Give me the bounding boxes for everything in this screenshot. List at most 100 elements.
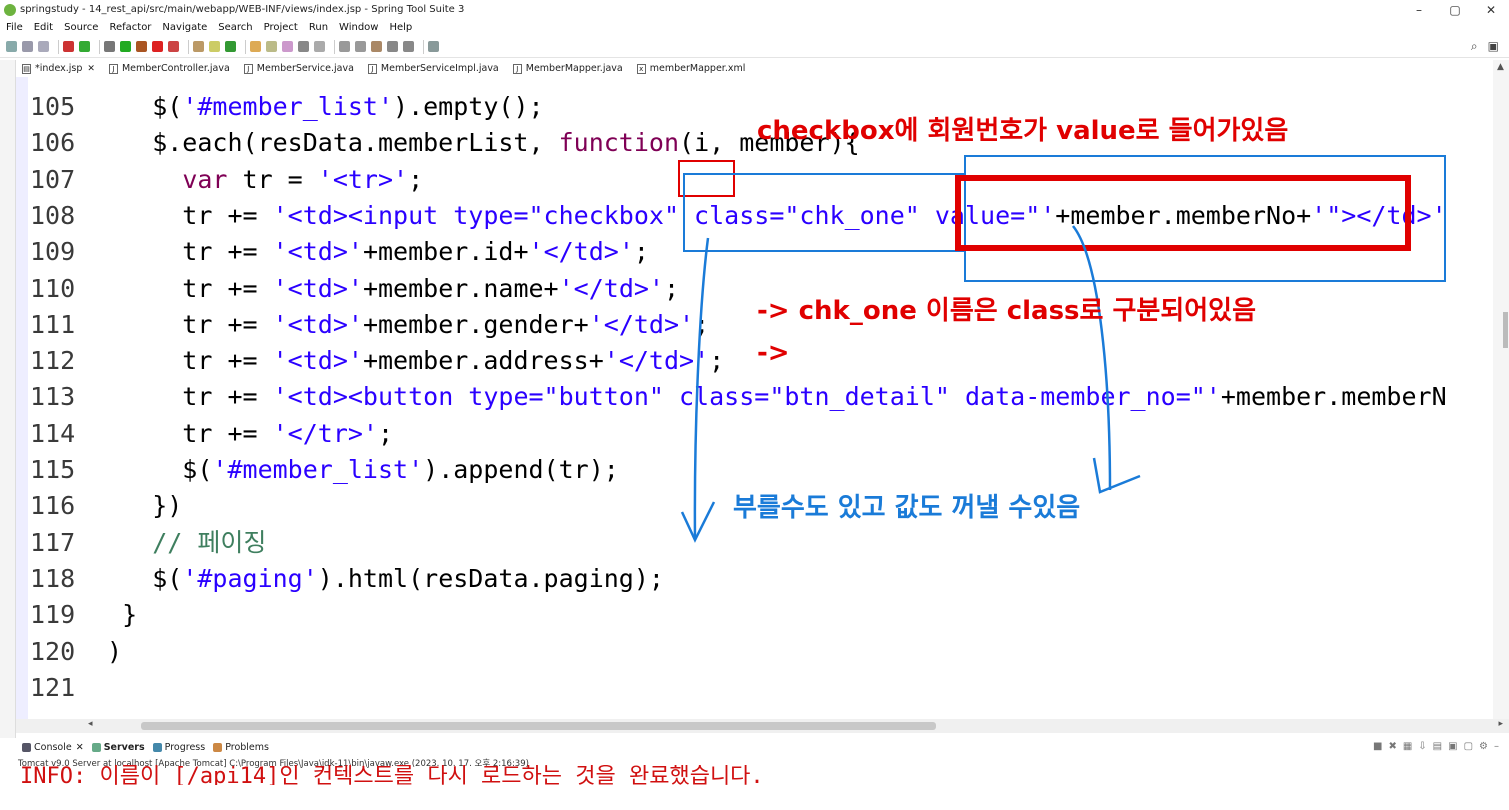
refresh-icon[interactable] bbox=[79, 41, 90, 52]
code-line[interactable]: 109 tr += '<td>'+member.id+'</td>'; bbox=[30, 234, 649, 270]
code-line[interactable]: 121 bbox=[30, 670, 92, 706]
perspective-icon[interactable]: ▣ bbox=[1488, 39, 1499, 54]
stop-icon[interactable] bbox=[63, 41, 74, 52]
prev-annotation-icon[interactable] bbox=[355, 41, 366, 52]
clear-console-icon[interactable]: ▦ bbox=[1403, 741, 1412, 752]
close-icon[interactable]: ✕ bbox=[76, 742, 84, 753]
code-line[interactable]: 106 $.each(resData.memberList, function(… bbox=[30, 125, 860, 161]
menu-run[interactable]: Run bbox=[309, 22, 328, 33]
code-token: }) bbox=[92, 491, 183, 521]
external-tools-icon[interactable] bbox=[136, 41, 147, 52]
menu-navigate[interactable]: Navigate bbox=[162, 22, 207, 33]
search-icon[interactable]: ⌕ bbox=[1471, 39, 1478, 54]
code-line[interactable]: 115 $('#member_list').append(tr); bbox=[30, 452, 619, 488]
line-number: 120 bbox=[30, 636, 76, 666]
server-icon[interactable] bbox=[168, 41, 179, 52]
open-folder-icon[interactable] bbox=[250, 41, 261, 52]
code-line[interactable]: 112 tr += '<td>'+member.address+'</td>'; bbox=[30, 343, 724, 379]
menu-file[interactable]: File bbox=[6, 22, 23, 33]
menu-help[interactable]: Help bbox=[389, 22, 412, 33]
tab-problems[interactable]: Problems bbox=[213, 742, 269, 753]
scroll-lock-icon[interactable]: ⇩ bbox=[1418, 741, 1426, 752]
close-icon[interactable]: ✕ bbox=[87, 64, 95, 74]
open-type-icon[interactable] bbox=[193, 41, 204, 52]
tab-member-mapper[interactable]: J MemberMapper.java bbox=[507, 60, 631, 77]
code-editor[interactable]: 105 $('#member_list').empty(); 106 $.each… bbox=[16, 77, 1493, 719]
spring-icon[interactable] bbox=[225, 41, 236, 52]
display-console-icon[interactable]: ▣ bbox=[1448, 741, 1457, 752]
tab-label: MemberService.java bbox=[256, 63, 354, 74]
menu-edit[interactable]: Edit bbox=[34, 22, 53, 33]
close-button[interactable]: ✕ bbox=[1473, 3, 1509, 17]
save-all-icon[interactable] bbox=[38, 41, 49, 52]
new-icon[interactable] bbox=[6, 41, 17, 52]
search-file-icon[interactable] bbox=[266, 41, 277, 52]
code-line[interactable]: 114 tr += '</tr>'; bbox=[30, 416, 393, 452]
forward-icon[interactable] bbox=[403, 41, 414, 52]
code-line[interactable]: 108 tr += '<td><input type="checkbox" cl… bbox=[30, 198, 1447, 234]
minimize-button[interactable]: – bbox=[1401, 3, 1437, 17]
code-line[interactable]: 116 }) bbox=[30, 488, 182, 524]
scrollbar-thumb[interactable] bbox=[1503, 312, 1508, 348]
menu-search[interactable]: Search bbox=[218, 22, 252, 33]
scroll-right-icon[interactable]: ▸ bbox=[1498, 719, 1503, 729]
tab-console[interactable]: Console ✕ bbox=[22, 742, 84, 753]
editor-tabs: ▤ *index.jsp ✕ J MemberController.java J… bbox=[0, 60, 1509, 77]
servers-icon bbox=[91, 742, 101, 752]
tab-member-service-impl[interactable]: J MemberServiceImpl.java bbox=[362, 60, 507, 77]
open-console-icon[interactable]: ▢ bbox=[1464, 741, 1473, 752]
globe-icon[interactable] bbox=[314, 41, 325, 52]
tab-servers[interactable]: Servers bbox=[91, 742, 145, 753]
debug-icon[interactable] bbox=[104, 41, 115, 52]
pin-console-icon[interactable]: ▤ bbox=[1433, 741, 1442, 752]
pin-editor-icon[interactable] bbox=[428, 41, 439, 52]
menu-source[interactable]: Source bbox=[64, 22, 98, 33]
tab-member-controller[interactable]: J MemberController.java bbox=[103, 60, 238, 77]
task-icon[interactable] bbox=[298, 41, 309, 52]
horizontal-scrollbar[interactable]: ◂ ▸ bbox=[16, 719, 1509, 733]
code-token: $.each(resData.memberList, bbox=[92, 128, 559, 158]
code-line[interactable]: 120 ) bbox=[30, 634, 122, 670]
maximize-button[interactable]: ▢ bbox=[1437, 3, 1473, 17]
line-number: 113 bbox=[30, 382, 76, 412]
vertical-scrollbar[interactable]: ▲ bbox=[1493, 60, 1509, 719]
code-token: '<td>' bbox=[272, 237, 363, 267]
back-icon[interactable] bbox=[387, 41, 398, 52]
folder-icon[interactable] bbox=[209, 41, 220, 52]
code-token: ; bbox=[377, 418, 394, 448]
terminate-icon[interactable]: ■ bbox=[1373, 741, 1382, 752]
tab-label: MemberServiceImpl.java bbox=[380, 63, 499, 74]
code-line[interactable]: 107 var tr = '<tr>'; bbox=[30, 162, 423, 198]
remove-launch-icon[interactable]: ✖ bbox=[1388, 741, 1396, 752]
code-line[interactable]: 111 tr += '<td>'+member.gender+'</td>'; bbox=[30, 307, 709, 343]
tab-member-mapper-xml[interactable]: x memberMapper.xml bbox=[631, 60, 754, 77]
tab-index-jsp[interactable]: ▤ *index.jsp ✕ bbox=[16, 60, 103, 77]
scroll-left-icon[interactable]: ◂ bbox=[88, 719, 93, 729]
tab-member-service[interactable]: J MemberService.java bbox=[238, 60, 362, 77]
minimize-view-icon[interactable]: – bbox=[1494, 741, 1499, 752]
menu-window[interactable]: Window bbox=[339, 22, 378, 33]
code-line[interactable]: 105 $('#member_list').empty(); bbox=[30, 89, 544, 125]
scroll-up-icon[interactable]: ▲ bbox=[1497, 62, 1504, 72]
line-number: 112 bbox=[30, 346, 76, 376]
tab-progress[interactable]: Progress bbox=[152, 742, 205, 753]
code-line[interactable]: 117 // 페이징 bbox=[30, 525, 266, 561]
code-line[interactable]: 118 $('#paging').html(resData.paging); bbox=[30, 561, 664, 597]
run-icon[interactable] bbox=[120, 41, 131, 52]
save-icon[interactable] bbox=[22, 41, 33, 52]
view-menu-icon[interactable]: ⚙ bbox=[1479, 741, 1488, 752]
server-stop-icon[interactable] bbox=[152, 41, 163, 52]
line-number: 111 bbox=[30, 309, 76, 339]
line-number: 106 bbox=[30, 128, 76, 158]
line-number: 119 bbox=[30, 600, 76, 630]
menu-project[interactable]: Project bbox=[264, 22, 298, 33]
code-line[interactable]: 119 } bbox=[30, 597, 137, 633]
progress-icon bbox=[152, 742, 162, 752]
scrollbar-thumb[interactable] bbox=[141, 722, 936, 730]
code-line[interactable]: 113 tr += '<td><button type="button" cla… bbox=[30, 379, 1447, 415]
last-edit-icon[interactable] bbox=[371, 41, 382, 52]
code-line[interactable]: 110 tr += '<td>'+member.name+'</td>'; bbox=[30, 271, 679, 307]
menu-refactor[interactable]: Refactor bbox=[109, 22, 151, 33]
next-annotation-icon[interactable] bbox=[339, 41, 350, 52]
brush-icon[interactable] bbox=[282, 41, 293, 52]
